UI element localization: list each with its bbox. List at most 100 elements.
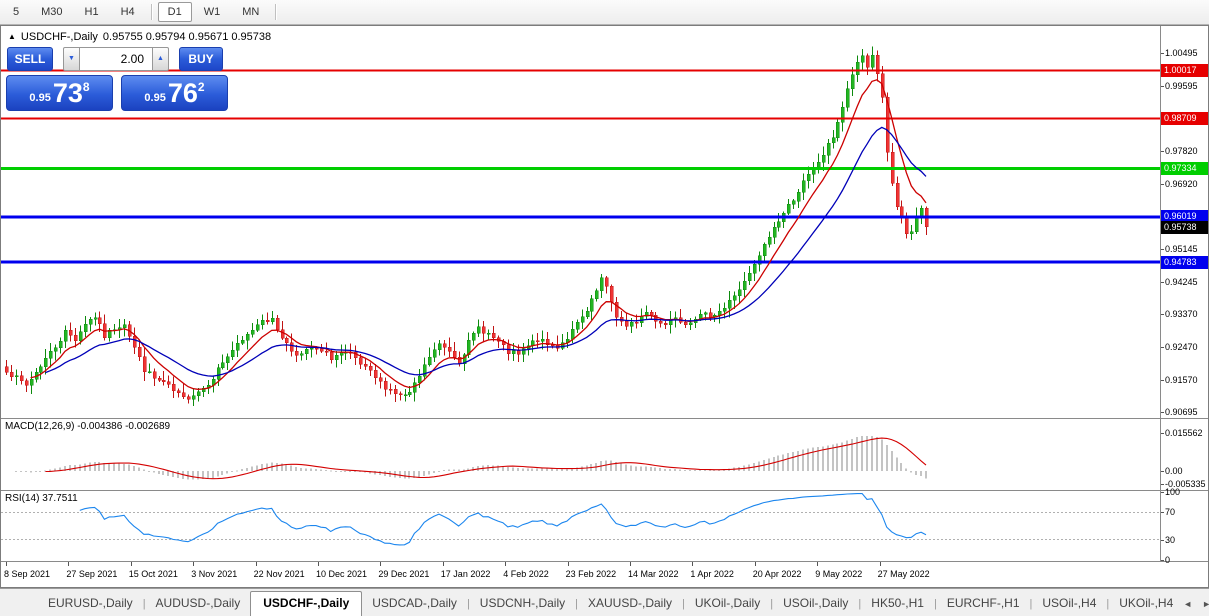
volume-input[interactable]: 2.00	[80, 47, 152, 71]
tab-ukoil-daily[interactable]: UKOil-,Daily	[685, 592, 770, 616]
toolbar-separator	[151, 4, 152, 20]
trading-terminal: 5M30H1H4 D1W1MN ▲ USDCHF-,Daily 0.95755 0…	[0, 0, 1209, 616]
tab-usdchf-daily[interactable]: USDCHF-,Daily	[250, 591, 362, 616]
rsi-canvas[interactable]	[1, 491, 1160, 561]
time-tick-label: 10 Dec 2021	[316, 569, 367, 579]
sell-price-prefix: 0.95	[29, 92, 50, 104]
price-tick-label: 1.00495	[1165, 48, 1208, 59]
timeframe-MN[interactable]: MN	[232, 2, 269, 22]
macd-canvas[interactable]	[1, 419, 1160, 490]
tab-hk50-h1[interactable]: HK50-,H1	[861, 592, 934, 616]
timeframe-H4[interactable]: H4	[111, 2, 145, 22]
time-tick-label: 20 Apr 2022	[753, 569, 802, 579]
tabs-scroll-left-icon[interactable]: ◄	[1183, 599, 1192, 609]
price-tick-label: 0.94245	[1165, 277, 1208, 288]
time-axis: 8 Sep 2021 27 Sep 2021 15 Oct 2021 3 Nov 20…	[1, 562, 1160, 587]
chart-title: ▲ USDCHF-,Daily 0.95755 0.95794 0.95671 …	[8, 31, 271, 43]
tab-audusd-daily[interactable]: AUDUSD-,Daily	[146, 592, 251, 616]
current-price-badge: 0.95738	[1161, 221, 1208, 234]
time-tick	[817, 562, 818, 566]
price-tick-label: 0.92470	[1165, 342, 1208, 353]
time-tick-label: 9 May 2022	[815, 569, 862, 579]
price-tick-label: 0.95145	[1165, 244, 1208, 255]
time-tick	[131, 562, 132, 566]
macd-tick-label: 0.015562	[1165, 428, 1208, 439]
volume-decrease-button[interactable]: ▼	[63, 47, 80, 71]
buy-button[interactable]: BUY	[179, 47, 223, 71]
time-tick-label: 14 Mar 2022	[628, 569, 679, 579]
time-tick	[380, 562, 381, 566]
price-tick-label: 0.93370	[1165, 309, 1208, 320]
buy-price-point: 2	[198, 80, 205, 94]
time-tick-label: 1 Apr 2022	[690, 569, 734, 579]
rsi-tick-label: 100	[1165, 487, 1208, 498]
macd-label: MACD(12,26,9) -0.004386 -0.002689	[5, 421, 170, 432]
time-tick	[318, 562, 319, 566]
buy-price-button[interactable]: 0.95 76 2	[121, 75, 228, 111]
timeframe-W1[interactable]: W1	[194, 2, 231, 22]
time-tick-label: 27 May 2022	[878, 569, 930, 579]
timeframe-5[interactable]: 5	[3, 2, 29, 22]
price-tick-label: 0.99595	[1165, 81, 1208, 92]
timeframe-toolbar: 5M30H1H4 D1W1MN	[0, 0, 1209, 25]
time-tick-label: 3 Nov 2021	[191, 569, 237, 579]
timeframe-D1[interactable]: D1	[158, 2, 192, 22]
sell-price-button[interactable]: 0.95 73 8	[6, 75, 113, 111]
time-tick-label: 22 Nov 2021	[254, 569, 305, 579]
chart-window: ▲ USDCHF-,Daily 0.95755 0.95794 0.95671 …	[0, 25, 1209, 588]
chart-ohlc-values: 0.95755 0.95794 0.95671 0.95738	[103, 31, 271, 43]
time-tick-label: 15 Oct 2021	[129, 569, 178, 579]
tab-scroll-controls: ◄►	[1183, 599, 1209, 616]
price-level-badge: 1.00017	[1161, 64, 1208, 77]
tab-usdcnh-daily[interactable]: USDCNH-,Daily	[470, 592, 575, 616]
pane-divider[interactable]	[1, 418, 1208, 419]
time-tick	[568, 562, 569, 566]
tab-eurchf-h1[interactable]: EURCHF-,H1	[937, 592, 1030, 616]
time-tick	[443, 562, 444, 566]
symbol-tab-bar: EURUSD-,Daily|AUDUSD-,DailyUSDCHF-,Daily…	[0, 588, 1209, 616]
buy-price-pips: 76	[168, 80, 198, 107]
tab-eurusd-daily[interactable]: EURUSD-,Daily	[38, 592, 143, 616]
buy-price-prefix: 0.95	[144, 92, 165, 104]
sell-price-point: 8	[83, 80, 90, 94]
tab-usoil-daily[interactable]: USOil-,Daily	[773, 592, 858, 616]
tabs-scroll-right-icon[interactable]: ►	[1202, 599, 1209, 609]
time-tick	[692, 562, 693, 566]
time-tick-label: 29 Dec 2021	[378, 569, 429, 579]
sell-price-pips: 73	[53, 80, 83, 107]
time-tick-label: 27 Sep 2021	[66, 569, 117, 579]
tab-usoil-h4[interactable]: USOil-,H4	[1032, 592, 1106, 616]
price-level-badge: 0.97334	[1161, 162, 1208, 175]
price-tick-label: 0.91570	[1165, 375, 1208, 386]
time-tick-label: 8 Sep 2021	[4, 569, 50, 579]
rsi-label: RSI(14) 37.7511	[5, 493, 78, 504]
tab-xauusd-daily[interactable]: XAUUSD-,Daily	[578, 592, 682, 616]
one-click-trade-panel: SELL ▼ 2.00 ▲ BUY 0.95 73 8 0.95 76 2	[7, 46, 228, 126]
time-tick-label: 4 Feb 2022	[503, 569, 549, 579]
price-axis-line	[1160, 26, 1161, 561]
tab-usdcad-daily[interactable]: USDCAD-,Daily	[362, 592, 467, 616]
time-tick	[6, 562, 7, 566]
time-tick-label: 17 Jan 2022	[441, 569, 491, 579]
toolbar-separator	[275, 4, 276, 20]
timeframe-H1[interactable]: H1	[75, 2, 109, 22]
pane-divider[interactable]	[1, 490, 1208, 491]
collapse-arrow-icon[interactable]: ▲	[8, 33, 16, 41]
volume-increase-button[interactable]: ▲	[152, 47, 169, 71]
time-tick	[880, 562, 881, 566]
timeframe-M30[interactable]: M30	[31, 2, 72, 22]
time-tick-label: 23 Feb 2022	[566, 569, 617, 579]
price-tick-label: 0.97820	[1165, 146, 1208, 157]
price-tick-label: 0.90695	[1165, 407, 1208, 418]
price-level-badge: 0.94783	[1161, 256, 1208, 269]
price-level-badge: 0.98709	[1161, 112, 1208, 125]
rsi-tick-label: 70	[1165, 507, 1208, 518]
chart-symbol-label: USDCHF-,Daily	[21, 31, 98, 43]
time-tick	[755, 562, 756, 566]
sell-button[interactable]: SELL	[7, 47, 53, 71]
time-tick	[505, 562, 506, 566]
time-tick	[630, 562, 631, 566]
time-tick	[256, 562, 257, 566]
price-tick-label: 0.96920	[1165, 179, 1208, 190]
tab-ukoil-h4[interactable]: UKOil-,H4	[1109, 592, 1183, 616]
